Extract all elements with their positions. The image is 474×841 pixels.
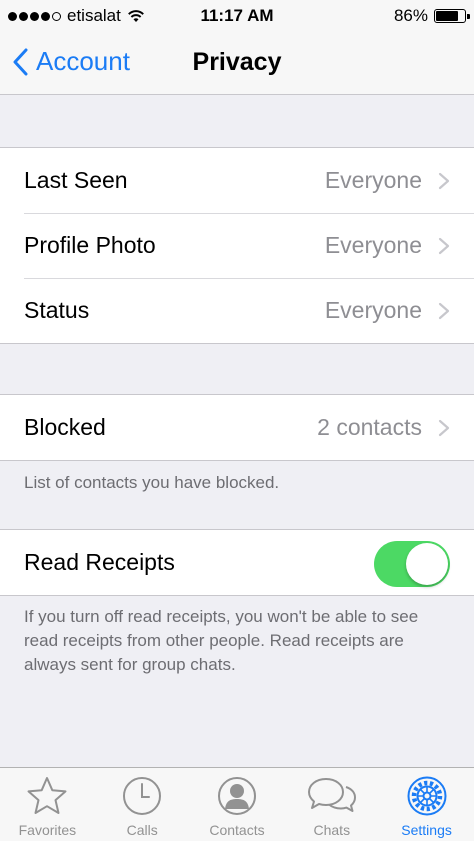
toggle-knob	[406, 543, 448, 585]
row-value: Everyone	[324, 167, 422, 193]
status-bar-right: 86%	[393, 6, 470, 26]
tab-label: Calls	[126, 822, 158, 838]
chevron-right-icon	[438, 237, 450, 255]
row-label: Read Receipts	[24, 549, 175, 575]
row-label: Status	[24, 297, 90, 323]
chevron-right-icon	[438, 302, 450, 320]
tab-contacts[interactable]: Contacts	[190, 768, 285, 841]
read-receipts-toggle[interactable]	[374, 541, 450, 587]
row-value: Everyone	[324, 232, 422, 258]
row-label: Last Seen	[24, 167, 128, 193]
person-icon	[217, 777, 256, 815]
tab-label: Chats	[313, 822, 351, 838]
tab-chats[interactable]: Chats	[284, 768, 379, 841]
profile-photo-row[interactable]: Profile Photo Everyone	[0, 213, 474, 278]
gear-icon	[407, 776, 447, 816]
page-title: Privacy	[192, 48, 282, 76]
privacy-settings-group: Last Seen Everyone Profile Photo Everyon…	[0, 147, 474, 344]
blocked-group: Blocked 2 contacts	[0, 394, 474, 461]
last-seen-row[interactable]: Last Seen Everyone	[0, 148, 474, 213]
star-icon	[27, 777, 67, 814]
tab-favorites[interactable]: Favorites	[0, 768, 95, 841]
row-label: Blocked	[24, 414, 106, 440]
tab-label: Settings	[401, 822, 452, 838]
navigation-bar: Account Privacy	[0, 32, 474, 95]
blocked-row[interactable]: Blocked 2 contacts	[0, 395, 474, 460]
row-label: Profile Photo	[24, 232, 156, 258]
battery-icon	[434, 9, 470, 23]
battery-percentage: 86%	[393, 6, 428, 25]
chat-bubbles-icon	[307, 778, 356, 812]
tab-bar: Favorites Calls Contacts Chats Settings	[0, 767, 474, 841]
tab-label: Favorites	[18, 822, 77, 838]
read-receipts-footer-text: If you turn off read receipts, you won't…	[24, 607, 419, 674]
read-receipts-row: Read Receipts	[0, 530, 474, 595]
row-value: Everyone	[324, 297, 422, 323]
read-receipts-group: Read Receipts	[0, 529, 474, 596]
status-row[interactable]: Status Everyone	[0, 278, 474, 343]
row-value: 2 contacts	[317, 414, 422, 440]
chevron-right-icon	[438, 172, 450, 190]
chevron-right-icon	[438, 419, 450, 437]
tab-settings[interactable]: Settings	[379, 768, 474, 841]
blocked-footer-text: List of contacts you have blocked.	[24, 473, 280, 492]
status-bar: etisalat 11:17 AM 86%	[0, 0, 474, 32]
tab-calls[interactable]: Calls	[95, 768, 190, 841]
tab-label: Contacts	[209, 822, 265, 838]
clock-icon	[123, 777, 162, 815]
